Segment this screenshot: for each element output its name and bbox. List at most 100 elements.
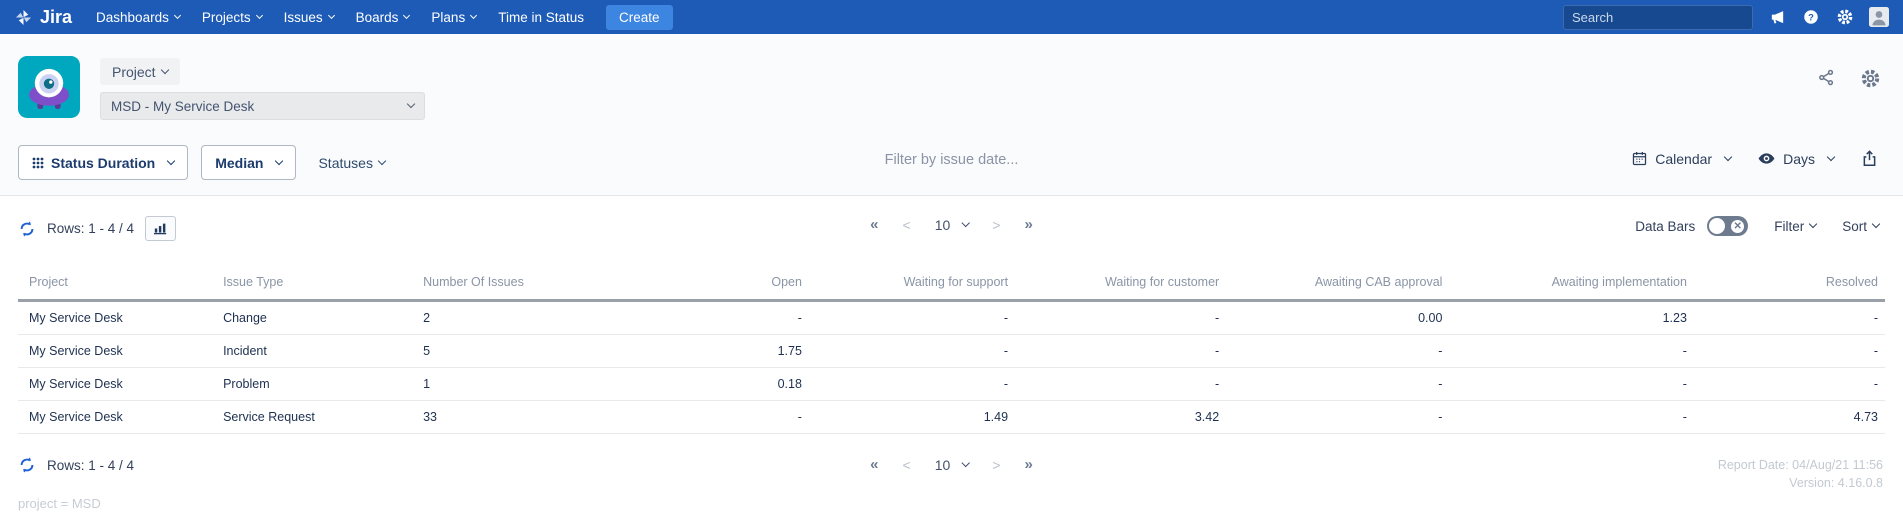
chevron-down-icon [961,458,970,467]
nav-item-label: Dashboards [96,9,169,25]
create-button[interactable]: Create [605,4,673,30]
cell-issue-type: Service Request [223,410,315,424]
report-meta: Report Date: 04/Aug/21 11:56 Version: 4.… [1718,456,1883,492]
jira-mark-icon [15,9,32,25]
filter-dropdown[interactable]: Filter [1774,218,1818,234]
column-header: Issue Type [223,275,284,289]
cell-waiting-for-support: 1.49 [983,410,1009,424]
page-size-select[interactable]: 10 [934,216,970,233]
settings-gear-icon[interactable] [1860,68,1881,94]
project-select[interactable]: MSD - My Service Desk [100,92,425,120]
search-input[interactable] [1572,9,1748,25]
chevron-down-icon [275,156,284,165]
nav-item-boards[interactable]: Boards [355,9,411,25]
scope-selector-button[interactable]: Project [100,58,180,85]
page-size-select[interactable]: 10 [935,457,970,473]
statuses-dropdown[interactable]: Statuses [318,154,387,171]
cell-number-of-issues: 2 [423,299,616,335]
prev-page-button[interactable]: < [903,457,911,473]
help-icon[interactable]: ? [1801,7,1821,27]
eye-icon [1758,153,1775,164]
cell-awaiting-implementation: - [1682,377,1687,391]
cell-number-of-issues: 1 [423,377,431,391]
chevron-down-icon [470,11,478,19]
cell-resolved: - [1873,377,1878,391]
last-page-button[interactable]: » [1024,216,1032,233]
last-page-button[interactable]: » [1024,456,1032,473]
chevron-down-icon [1723,152,1733,161]
first-page-button[interactable]: « [870,216,878,233]
top-nav: Jira Dashboards Projects Issues Boards P… [0,0,1903,34]
report-version: Version: 4.16.0.8 [1789,476,1883,490]
next-page-button[interactable]: > [992,457,1000,473]
svg-text:?: ? [1808,12,1814,22]
nav-item-label: Issues [283,9,323,25]
toggle-knob [1709,218,1726,234]
sort-dropdown[interactable]: Sort [1842,218,1881,234]
brand-label: Jira [40,6,73,27]
refresh-icon[interactable] [18,456,36,474]
chevron-down-icon [403,11,411,19]
calendar-label: Calendar [1655,150,1713,167]
first-page-button[interactable]: « [870,456,878,473]
cell-waiting-for-customer: - [1008,299,1220,335]
global-search[interactable] [1563,4,1753,30]
rows-summary: Rows: 1 - 4 / 4 [47,457,135,473]
export-icon[interactable] [1860,149,1879,168]
cell-resolved: - [1873,344,1878,358]
time-unit-label: Days [1783,150,1815,167]
chevron-down-icon [160,65,169,74]
nav-item-dashboards[interactable]: Dashboards [96,9,181,25]
cell-waiting-for-customer: - [1215,344,1220,358]
cell-waiting-for-customer: 3.42 [1194,410,1220,424]
chart-view-button[interactable] [145,216,177,241]
cell-waiting-for-customer: - [1215,377,1220,391]
nav-item-projects[interactable]: Projects [202,10,263,25]
nav-item-label: Plans [431,9,466,25]
column-header: Waiting for customer [1105,275,1220,289]
nav-item-label: Boards [355,9,399,25]
announcements-icon[interactable] [1767,7,1787,27]
column-header: Awaiting implementation [1551,275,1687,289]
cell-waiting-for-support: - [1003,377,1009,391]
refresh-icon[interactable] [18,220,36,238]
nav-item-plans[interactable]: Plans [431,9,478,25]
project-avatar[interactable] [18,56,80,118]
nav-item-time-in-status[interactable]: Time in Status [498,10,584,25]
chevron-down-icon [1871,219,1881,229]
statuses-label: Statuses [318,154,373,171]
data-bars-toggle[interactable]: ✕ [1707,216,1749,236]
jira-logo[interactable]: Jira [14,7,72,28]
time-unit-dropdown[interactable]: Days [1757,149,1836,168]
data-bars-label: Data Bars [1635,218,1696,234]
cell-number-of-issues: 5 [423,344,431,358]
cell-resolved: 4.73 [1853,410,1878,424]
cell-issue-type: Incident [223,344,267,358]
chevron-down-icon [1826,152,1836,161]
nav-item-issues[interactable]: Issues [283,9,335,25]
cell-awaiting-cab-approval: - [1438,410,1443,424]
share-icon[interactable] [1817,68,1836,94]
calculation-button[interactable]: Median [201,145,297,180]
sort-label: Sort [1842,218,1867,234]
page-size-value: 10 [934,216,951,233]
toggle-off-icon: ✕ [1731,219,1745,233]
calendar-icon [1633,151,1647,166]
cell-open: - [797,410,802,424]
cell-project: My Service Desk [29,377,123,391]
pagination-bottom: « < 10 > » [870,456,1033,473]
chevron-down-icon [166,156,176,165]
admin-gear-icon[interactable] [1835,7,1855,27]
filter-label: Filter [1774,218,1805,234]
calendar-dropdown[interactable]: Calendar [1631,150,1733,167]
column-header: Open [771,275,802,289]
report-type-button[interactable]: Status Duration [18,145,189,180]
table-row: My Service Desk Problem 1 0.18 - - - - - [18,368,1885,401]
cell-awaiting-cab-approval: 0.00 [1219,299,1443,335]
pagination-top: « < 10 > » [870,216,1033,233]
prev-page-button[interactable]: < [903,217,911,233]
user-avatar[interactable] [1869,7,1889,27]
chevron-down-icon [255,11,263,19]
next-page-button[interactable]: > [992,217,1000,233]
issue-date-filter-input[interactable] [741,152,1162,168]
